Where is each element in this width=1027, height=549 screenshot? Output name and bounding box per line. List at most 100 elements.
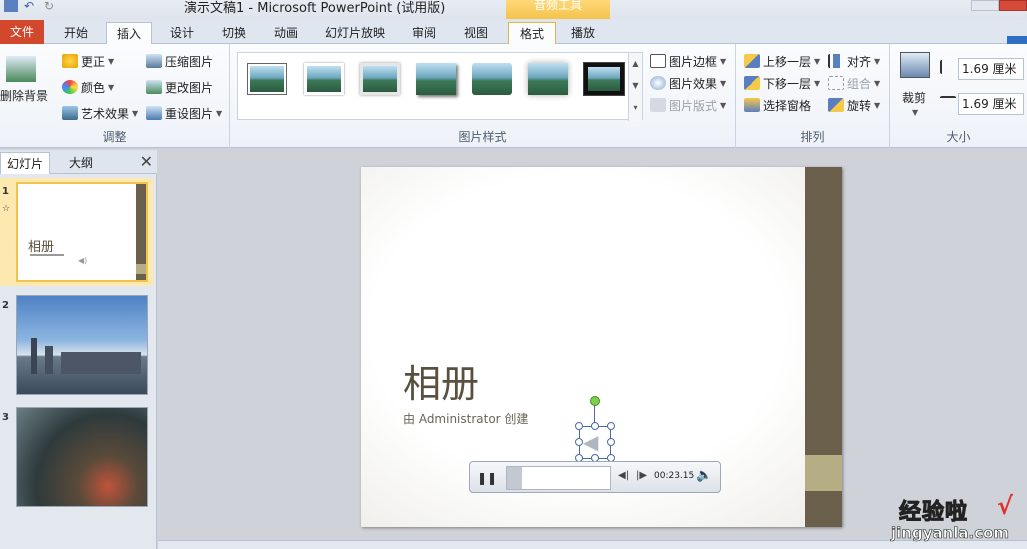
redo-icon[interactable]: ↻ [44, 0, 58, 12]
picture-style-2[interactable] [304, 63, 344, 95]
group-label-arrange: 排列 [800, 130, 825, 144]
height-field[interactable]: 1.69 厘米 [958, 58, 1024, 80]
tab-transitions[interactable]: 切换 [212, 22, 256, 44]
resize-handle[interactable] [607, 438, 615, 446]
corrections-button[interactable]: 更正 ▼ [62, 52, 114, 70]
group-adjust: 删除背景 更正 ▼ 颜色 ▼ 艺术效果 ▼ 压缩图片 更改图片 重设图片 ▼ 调整 [0, 44, 230, 148]
selection-pane-button[interactable]: 选择窗格 [744, 96, 811, 114]
picture-effects-icon [650, 76, 666, 90]
close-button[interactable] [999, 0, 1027, 11]
scroll-down-icon[interactable]: ▼ [629, 75, 642, 97]
width-field[interactable]: 1.69 厘米 [958, 93, 1024, 115]
tab-format[interactable]: 格式 [508, 22, 556, 45]
skip-forward-icon[interactable]: |▶ [636, 470, 647, 481]
tab-animations[interactable]: 动画 [264, 22, 308, 44]
picture-style-1[interactable] [247, 63, 287, 95]
send-backward-button[interactable]: 下移一层 ▼ [744, 74, 820, 92]
quick-access-toolbar: ↶ ↻ [0, 0, 58, 14]
close-icon[interactable]: ✕ [140, 152, 153, 171]
bring-forward-icon [744, 54, 760, 68]
tab-insert[interactable]: 插入 [106, 22, 152, 45]
tab-slideshow[interactable]: 幻灯片放映 [316, 22, 394, 44]
picture-style-6[interactable] [528, 63, 568, 95]
thumb-subtitle-line [30, 254, 64, 256]
tab-outline[interactable]: 大纲 [54, 152, 108, 174]
picture-layout-label: 图片版式 [669, 98, 718, 113]
gallery-more-icon[interactable]: ▾ [629, 97, 642, 119]
audio-progress-bar[interactable] [506, 466, 611, 490]
audio-object[interactable]: ◀ [575, 421, 615, 462]
watermark-url: jingyanla.com [891, 524, 1010, 543]
tab-home[interactable]: 开始 [54, 22, 98, 44]
tab-review[interactable]: 审阅 [402, 22, 446, 44]
group-button[interactable]: 组合 ▼ [828, 74, 880, 92]
scroll-up-icon[interactable]: ▲ [629, 53, 642, 75]
change-picture-button[interactable]: 更改图片 [146, 78, 213, 96]
building-shape [61, 352, 141, 374]
pause-icon[interactable]: ❚❚ [476, 468, 498, 488]
watermark: 经验啦 √ jingyanla.com [885, 492, 1025, 547]
chevron-down-icon: ▼ [912, 108, 919, 117]
rain-window-image [17, 408, 147, 506]
picture-style-5[interactable] [472, 63, 512, 95]
group-arrange: 上移一层 ▼ 下移一层 ▼ 选择窗格 对齐 ▼ 组合 ▼ 旋转 ▼ 排列 [736, 44, 890, 148]
change-picture-label: 更改图片 [165, 80, 214, 95]
resize-handle[interactable] [591, 422, 599, 430]
resize-handle[interactable] [575, 422, 583, 430]
speaker-icon: ◀) [78, 256, 88, 265]
crop-button[interactable]: 裁剪 [902, 88, 926, 106]
undo-icon[interactable]: ↶ [24, 0, 38, 12]
align-button[interactable]: 对齐 ▼ [828, 52, 880, 70]
picture-style-4[interactable] [416, 63, 456, 95]
picture-style-3[interactable] [360, 63, 400, 95]
save-icon[interactable] [4, 0, 18, 12]
color-label: 颜色 [81, 80, 106, 95]
compress-icon [146, 54, 162, 68]
artistic-effects-button[interactable]: 艺术效果 ▼ [62, 104, 138, 122]
speaker-icon: ◀ [583, 430, 599, 454]
audio-time: 00:23.15 [654, 471, 695, 481]
picture-style-gallery: ▲ ▼ ▾ [237, 52, 643, 121]
tab-file[interactable]: 文件 [0, 20, 44, 44]
resize-handle[interactable] [607, 422, 615, 430]
group-label-picture-styles: 图片样式 [458, 130, 507, 144]
chevron-down-icon: ▼ [720, 56, 727, 66]
picture-effects-button[interactable]: 图片效果 ▼ [650, 74, 726, 92]
tab-view[interactable]: 视图 [454, 22, 498, 44]
slide-subtitle[interactable]: 由 Administrator 创建 [403, 410, 528, 427]
slide-thumbnail-1[interactable]: 相册 ◀) [16, 182, 148, 282]
compress-label: 压缩图片 [165, 54, 214, 69]
group-label: 组合 [847, 76, 872, 91]
rotate-button[interactable]: 旋转 ▼ [828, 96, 880, 114]
resize-handle[interactable] [575, 438, 583, 446]
remove-background-label: 删除背景 [0, 88, 49, 103]
slide-title[interactable]: 相册 [403, 353, 479, 408]
tab-design[interactable]: 设计 [160, 22, 204, 44]
minimize-button[interactable] [971, 0, 999, 11]
slide-thumbnail-2[interactable] [16, 295, 148, 395]
reset-picture-button[interactable]: 重设图片 ▼ [146, 104, 222, 122]
rotation-handle[interactable] [590, 396, 600, 406]
crop-label: 裁剪 [902, 90, 927, 105]
corrections-label: 更正 [81, 54, 106, 69]
volume-icon[interactable]: 🔈 [696, 468, 712, 483]
gallery-scrollbar[interactable]: ▲ ▼ ▾ [628, 53, 642, 121]
picture-layout-button[interactable]: 图片版式 ▼ [650, 96, 726, 114]
slide-thumbnail-3[interactable] [16, 407, 148, 507]
thumb-title: 相册 [28, 240, 55, 255]
building-shape [31, 338, 37, 374]
chevron-down-icon: ▼ [216, 108, 223, 118]
color-button[interactable]: 颜色 ▼ [62, 78, 114, 96]
send-backward-icon [744, 76, 760, 90]
remove-background-button[interactable]: 删除背景 [0, 86, 48, 104]
chevron-down-icon: ▼ [874, 56, 881, 66]
tab-playback[interactable]: 播放 [560, 22, 606, 44]
bring-forward-button[interactable]: 上移一层 ▼ [744, 52, 820, 70]
tab-slides[interactable]: 幻灯片 [0, 152, 50, 174]
skip-back-icon[interactable]: ◀| [618, 470, 629, 481]
picture-border-button[interactable]: 图片边框 ▼ [650, 52, 726, 70]
picture-style-7[interactable] [583, 62, 625, 96]
picture-layout-icon [650, 98, 666, 112]
building-shape [45, 346, 53, 374]
compress-pictures-button[interactable]: 压缩图片 [146, 52, 213, 70]
